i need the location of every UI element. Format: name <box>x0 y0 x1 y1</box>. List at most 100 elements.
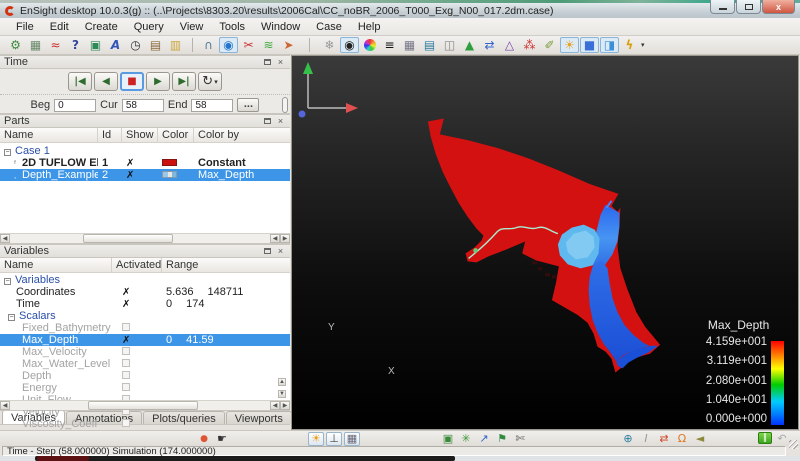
stop-button[interactable]: ■ <box>120 72 144 91</box>
toolbox-icon[interactable]: ▥ <box>166 37 185 53</box>
color-swatch[interactable] <box>162 171 177 178</box>
manual-book-icon[interactable]: ▤ <box>146 37 165 53</box>
scroll-right-icon[interactable]: ▶ <box>280 234 290 243</box>
element-representation-icon[interactable]: ▦ <box>400 37 419 53</box>
cur-input[interactable]: 58 <box>122 99 164 112</box>
expander-icon[interactable]: − <box>4 278 11 285</box>
menu-edit[interactable]: Edit <box>42 19 77 35</box>
color-swatch[interactable] <box>162 159 177 166</box>
time-scrollbar-thumb[interactable] <box>282 97 288 113</box>
play-forward-button[interactable]: ▶ <box>146 72 170 91</box>
variables-group-row[interactable]: −Variables <box>0 274 290 286</box>
menu-create[interactable]: Create <box>77 19 126 35</box>
activated-checkbox[interactable]: ✗ <box>122 299 130 310</box>
variables-dock-titlebar[interactable]: Variables × <box>0 244 290 258</box>
activated-checkbox[interactable]: ✗ <box>122 335 130 346</box>
parts-hscrollbar[interactable]: ◀ ◀ ▶ <box>0 233 290 243</box>
scroll-down-icon[interactable]: ▼ <box>278 390 286 398</box>
back-arrow-icon[interactable]: ◄ <box>692 432 708 446</box>
parts-row-depth-example[interactable]: ,Depth_Example 2 ✗ Max_Depth <box>0 169 290 181</box>
command-script-icon[interactable]: ϟ <box>620 37 639 53</box>
menu-view[interactable]: View <box>172 19 212 35</box>
col-range[interactable]: Range <box>162 258 290 272</box>
loop-button[interactable]: ↻▾ <box>198 72 222 91</box>
col-id[interactable]: Id <box>98 128 122 142</box>
hand-pointer-icon[interactable]: ☛ <box>214 432 230 446</box>
visibility-eye-icon[interactable]: ◉ <box>340 37 359 53</box>
cone-icon[interactable]: ▲ <box>460 37 479 53</box>
maximize-button[interactable] <box>736 0 761 14</box>
layers-icon[interactable]: ▤ <box>420 37 439 53</box>
activated-checkbox[interactable] <box>122 359 130 367</box>
beg-input[interactable]: 0 <box>54 99 96 112</box>
vector-arrows-icon[interactable]: ⇄ <box>480 37 499 53</box>
help-query-icon[interactable]: ? <box>66 37 85 53</box>
time-clock-icon[interactable]: ◷ <box>126 37 145 53</box>
titlebar[interactable]: EnSight desktop 10.0.3(g) :: (..\Project… <box>0 3 800 18</box>
variable-row-max-velocity[interactable]: Max_Velocity <box>0 346 290 358</box>
query-plot-icon[interactable]: ≈ <box>46 37 65 53</box>
mesh-triangle-icon[interactable]: △ <box>500 37 519 53</box>
snip-tool-icon[interactable]: ✄ <box>512 432 528 446</box>
dock-close-button[interactable]: × <box>275 246 286 256</box>
streamlines-icon[interactable]: ≋ <box>259 37 278 53</box>
play-back-button[interactable]: ◀ <box>94 72 118 91</box>
dock-float-button[interactable] <box>262 57 273 67</box>
menu-query[interactable]: Query <box>126 19 172 35</box>
col-show[interactable]: Show <box>122 128 158 142</box>
col-color[interactable]: Color <box>158 128 194 142</box>
dock-float-button[interactable] <box>262 116 273 126</box>
scroll-left-icon[interactable]: ◀ <box>270 234 280 243</box>
line-width-icon[interactable]: ≡ <box>380 37 399 53</box>
flag-marker-icon[interactable]: ⚑ <box>494 432 510 446</box>
activated-checkbox[interactable] <box>122 323 130 331</box>
flow-speed-icon[interactable]: ➤ <box>279 37 298 53</box>
star-tool-icon[interactable]: ✳ <box>458 432 474 446</box>
menu-help[interactable]: Help <box>350 19 389 35</box>
parts-hscroll-thumb[interactable] <box>83 234 173 243</box>
scroll-up-icon[interactable]: ▲ <box>278 378 286 386</box>
dock-close-button[interactable]: × <box>275 57 286 67</box>
group-parts-icon[interactable]: ◫ <box>440 37 459 53</box>
col-colorby[interactable]: Color by <box>194 128 290 142</box>
render-viewport[interactable]: Y X Max_Depth 4.159e+001 3.119e+001 2.08… <box>291 55 799 430</box>
network-nodes-icon[interactable]: ⁂ <box>520 37 539 53</box>
dock-close-button[interactable]: × <box>275 116 286 126</box>
col-name[interactable]: Name <box>0 128 98 142</box>
activated-checkbox[interactable] <box>122 347 130 355</box>
axis-triad-icon[interactable]: ⊥ <box>326 432 342 446</box>
variable-row-time[interactable]: Time ✗ 0174 <box>0 298 290 310</box>
step-end-button[interactable]: ▶| <box>172 72 196 91</box>
sunlight-icon[interactable]: ☀ <box>560 37 579 53</box>
col-activated[interactable]: Activated <box>112 258 162 272</box>
particle-trace-drops-icon[interactable]: ◉ <box>219 37 238 53</box>
scroll-left-icon[interactable]: ◀ <box>0 234 10 243</box>
time-more-button[interactable]: ... <box>237 98 259 112</box>
menu-file[interactable]: File <box>8 19 42 35</box>
calculator-icon[interactable]: ▦ <box>26 37 45 53</box>
activated-checkbox[interactable] <box>122 383 130 391</box>
texture-cube-icon[interactable]: ◨ <box>600 37 619 53</box>
edit-tool-icon[interactable]: ✐ <box>540 37 559 53</box>
variable-row-max-water-level[interactable]: Max_Water_Level <box>0 358 290 370</box>
parts-case-row[interactable]: −Case 1 <box>0 145 290 157</box>
gears-icon[interactable]: ⚙ <box>6 37 25 53</box>
activated-checkbox[interactable] <box>122 371 130 379</box>
show-checkbox[interactable]: ✗ <box>126 170 134 181</box>
parts-row-tuflow[interactable]: ᶠ2D TUFLOW Elements 1 ✗ Constant <box>0 157 290 169</box>
scalars-group-row[interactable]: −Scalars <box>0 310 290 322</box>
parts-dock-titlebar[interactable]: Parts × <box>0 114 290 128</box>
menu-window[interactable]: Window <box>253 19 308 35</box>
minimize-button[interactable] <box>710 0 735 14</box>
probe-icon[interactable]: ∩ <box>199 37 218 53</box>
menu-tools[interactable]: Tools <box>211 19 253 35</box>
time-dock-titlebar[interactable]: Time × <box>0 55 290 69</box>
variables-hscroll-thumb[interactable] <box>88 401 198 410</box>
power-status-icon[interactable]: ∥ <box>758 432 772 444</box>
expander-icon[interactable]: − <box>8 314 15 321</box>
show-checkbox[interactable]: ✗ <box>126 158 134 169</box>
variable-row-depth[interactable]: Depth <box>0 370 290 382</box>
variable-row-viscosity-coeff[interactable]: Viscosity_Coeff <box>0 418 290 430</box>
activated-checkbox[interactable] <box>122 419 130 427</box>
variables-vscrollbar[interactable]: ▲ ▼ <box>278 374 289 398</box>
